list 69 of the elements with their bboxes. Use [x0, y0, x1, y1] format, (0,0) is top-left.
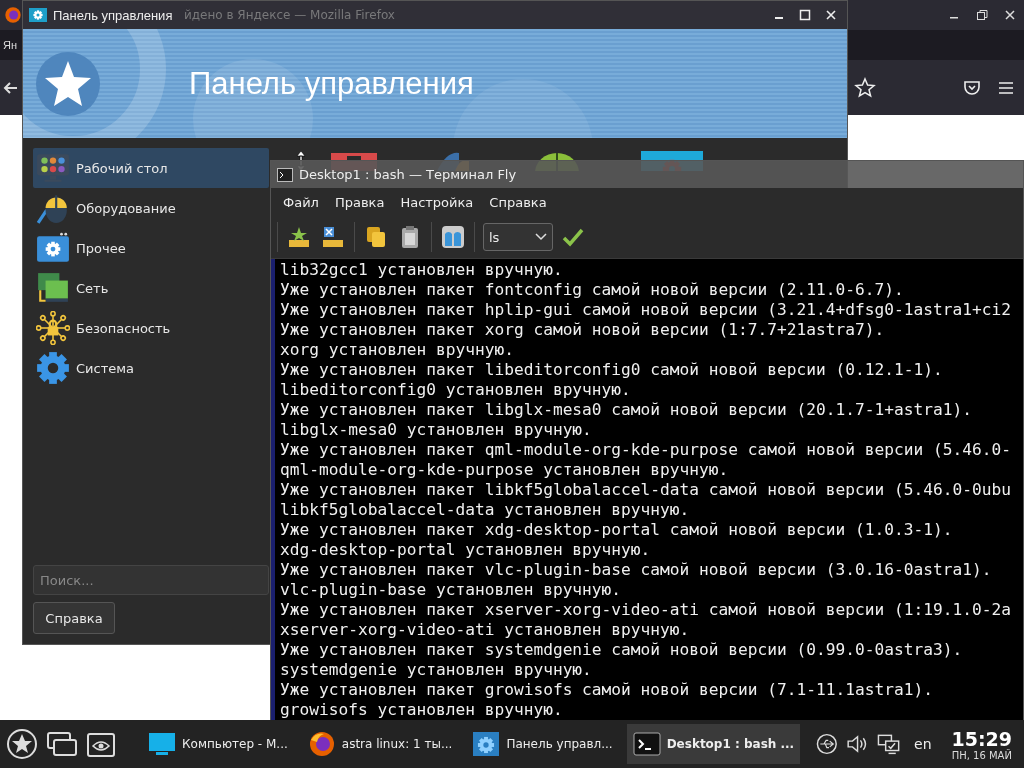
menu-item[interactable]: Правка — [326, 194, 393, 210]
menu-item[interactable]: Настройка — [392, 194, 482, 210]
terminal-line: Уже установлен пакет systemdgenie самой новой версии (0.99.0-0astra3). — [280, 640, 963, 660]
terminal-line: Уже установлен пакет hplip-gui самой новой версии (3.21.4+dfsg0-1astra1+ci2 — [280, 300, 1011, 320]
terminal-line: Уже установлен пакет growisofs самой новой версии (7.1-11.1astra1). — [280, 680, 933, 700]
terminal-line: libkf5globalaccel-data установлен вручную. — [280, 500, 690, 520]
window-title: йдено в Яндексе — Mozilla Firefox — [184, 8, 395, 22]
terminal-line: xserver-xorg-video-ati установлен вручную. — [280, 620, 690, 640]
back-icon[interactable] — [2, 79, 18, 96]
clock-date: ПН, 16 МАЙ — [951, 749, 1012, 761]
taskbar-task[interactable]: Компьютер - М... — [142, 724, 294, 764]
terminal-icon — [277, 167, 293, 182]
terminal-line: xdg-desktop-portal установлен вручную. — [280, 540, 651, 560]
gear-window-icon — [472, 730, 501, 758]
taskbar-task[interactable]: Desktop1 : bash ... — [626, 724, 801, 764]
monitor-icon — [36, 151, 70, 185]
monitor-icon — [148, 730, 177, 758]
terminal-line: growisofs установлен вручную. — [280, 700, 563, 720]
padlock-network-icon — [36, 311, 70, 345]
terminal-line: Уже установлен пакет libkf5globalaccel-data самой новой версии (5.46.0-0ubu — [280, 480, 1011, 500]
terminal-line: libeditorconfig0 установлен вручную. — [280, 380, 631, 400]
search-field[interactable]: Поиск... — [33, 565, 269, 595]
firefox-icon — [4, 6, 22, 24]
category-item[interactable]: Прочее — [33, 228, 269, 268]
keyboard-layout[interactable]: en — [908, 736, 938, 752]
gear-window-icon — [29, 7, 47, 23]
terminal-line: Уже установлен пакет libeditorconfig0 самой новой версии (0.12.1-1). — [280, 360, 943, 380]
start-menu-icon[interactable] — [6, 728, 38, 760]
banner-title: Панель управления — [189, 65, 474, 102]
firefox-icon — [307, 730, 336, 758]
terminal-line: systemdgenie установлен вручную. — [280, 660, 592, 680]
terminal-line: Уже установлен пакет xorg самой новой версии (1:7.7+21astra7). — [280, 320, 885, 340]
terminal-line: qml-module-org-kde-purpose установлен вручную. — [280, 460, 729, 480]
terminal-line: xorg установлен вручную. — [280, 340, 514, 360]
menu-item[interactable]: Справка — [481, 194, 555, 210]
terminal-line: Уже установлен пакет xserver-xorg-video-ati самой новой версии (1:19.1.0-2a — [280, 600, 1011, 620]
command-combobox[interactable]: ls — [483, 223, 553, 251]
gear-window-icon — [36, 231, 70, 265]
menu-item[interactable]: Файл — [275, 194, 327, 210]
gear-icon — [36, 351, 70, 385]
window-title: Панель управления — [53, 7, 173, 23]
category-item[interactable]: Рабочий стол — [33, 148, 269, 188]
taskbar-task[interactable]: astra linux: 1 ты... — [301, 724, 459, 764]
terminal-line: vlc-plugin-base установлен вручную. — [280, 580, 622, 600]
split-view-icon[interactable] — [440, 224, 466, 250]
terminal-line: Уже установлен пакет vlc-plugin-base самой новой версии (3.0.16-0astra1). — [280, 560, 992, 580]
eye-folder-icon[interactable] — [86, 730, 116, 758]
category-item[interactable]: Оборудование — [33, 188, 269, 228]
browser-tab[interactable]: Ян — [3, 39, 18, 51]
clock-time: 15:29 — [951, 727, 1012, 750]
terminal-line: Уже установлен пакет xdg-desktop-portal самой новой версии (1.0.3-1). — [280, 520, 953, 540]
terminal-line: Уже установлен пакет fontconfig самой новой версии (2.11.0-6.7). — [280, 280, 904, 300]
network-windows-icon — [36, 271, 70, 305]
terminal-line: Уже установлен пакет libglx-mesa0 самой новой версии (20.1.7-1+astra1). — [280, 400, 972, 420]
category-item[interactable]: Система — [33, 348, 269, 388]
category-item[interactable]: Безопасность — [33, 308, 269, 348]
help-button[interactable]: Справка — [33, 602, 115, 634]
terminal-line: lib32gcc1 установлен вручную. — [280, 260, 563, 280]
star-icon[interactable] — [854, 76, 876, 99]
taskbar-task[interactable]: Панель управл... — [466, 724, 619, 764]
star-logo-icon — [35, 50, 101, 117]
chevron-icon — [535, 233, 547, 241]
window-title: Desktop1 : bash — Терминал Fly — [299, 167, 517, 182]
terminal-line: Уже установлен пакет qml-module-org-kde-purpose самой новой версии (5.46.0- — [280, 440, 1011, 460]
windows-icon[interactable] — [46, 730, 78, 758]
category-item[interactable]: Сеть — [33, 268, 269, 308]
close-tab-icon[interactable] — [320, 224, 346, 250]
terminal-icon — [632, 730, 661, 758]
terminal-line: libglx-mesa0 установлен вручную. — [280, 420, 592, 440]
